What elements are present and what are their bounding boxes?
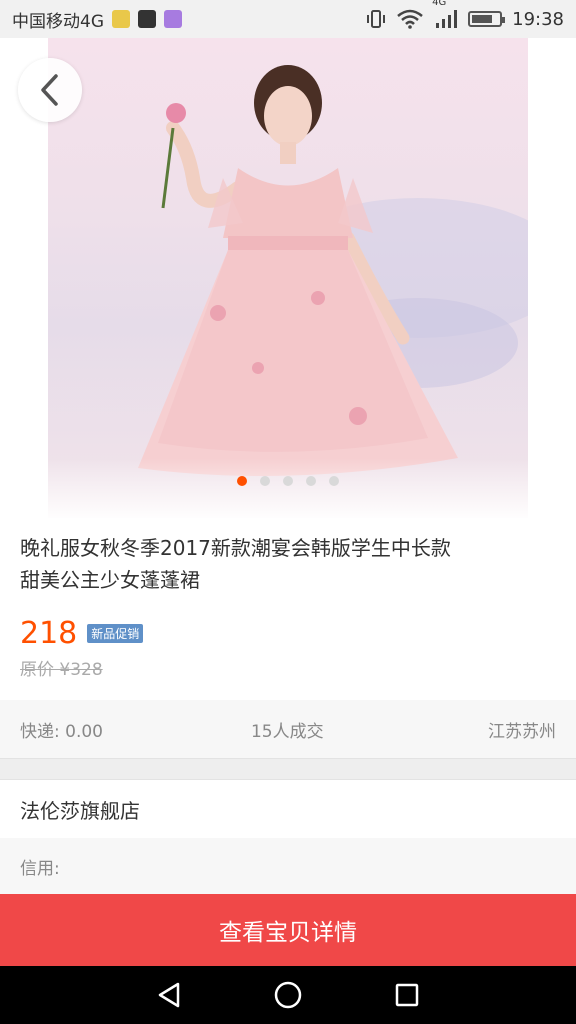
wifi-icon bbox=[397, 9, 423, 29]
product-info: 晚礼服女秋冬季2017新款潮宴会韩版学生中长款甜美公主少女蓬蓬裙 218 新品促… bbox=[0, 518, 576, 700]
status-right: 4G 19:38 bbox=[366, 0, 564, 30]
view-details-label: 查看宝贝详情 bbox=[219, 920, 357, 946]
app-icon-1 bbox=[112, 10, 130, 28]
shipping-sales-row: 快递: 0.00 15人成交 江苏苏州 bbox=[0, 700, 576, 758]
clock: 19:38 bbox=[512, 8, 564, 30]
vibrate-icon bbox=[367, 10, 386, 28]
nav-back-button[interactable] bbox=[149, 975, 189, 1015]
location: 江苏苏州 bbox=[488, 721, 556, 742]
pager-dot[interactable] bbox=[283, 476, 293, 486]
system-navbar bbox=[0, 966, 576, 1024]
home-circle-icon bbox=[274, 981, 302, 1009]
pager-dot[interactable] bbox=[237, 476, 247, 486]
signal-group: 4G bbox=[432, 0, 458, 29]
recents-square-icon bbox=[395, 983, 418, 1007]
credit-row: 信用: bbox=[0, 838, 576, 894]
original-price: 原价 ¥328 bbox=[20, 660, 103, 680]
app-icon-3 bbox=[164, 10, 182, 28]
view-details-button[interactable]: 查看宝贝详情 bbox=[0, 894, 576, 966]
signal-icon bbox=[436, 10, 458, 28]
sales-count: 15人成交 bbox=[250, 721, 324, 742]
section-divider bbox=[0, 758, 576, 780]
shipping-fee: 快递: 0.00 bbox=[20, 721, 103, 742]
credit-label: 信用: bbox=[20, 858, 60, 879]
shop-row[interactable]: 法伦莎旗舰店 bbox=[0, 780, 576, 838]
product-photo[interactable] bbox=[48, 38, 528, 518]
battery-icon bbox=[468, 11, 506, 27]
carrier-label: 中国移动4G bbox=[12, 11, 104, 32]
pager-dot[interactable] bbox=[329, 476, 339, 486]
pager-dot[interactable] bbox=[260, 476, 270, 486]
shop-name[interactable]: 法伦莎旗舰店 bbox=[20, 795, 140, 824]
back-button[interactable] bbox=[18, 58, 82, 122]
battery-fill bbox=[472, 15, 493, 23]
promo-badge: 新品促销 bbox=[87, 624, 144, 643]
nav-home-button[interactable] bbox=[268, 975, 308, 1015]
pager-dot[interactable] bbox=[306, 476, 316, 486]
photo-fade bbox=[48, 458, 528, 518]
chevron-left-icon bbox=[41, 74, 58, 106]
back-triangle-icon bbox=[159, 982, 180, 1008]
nav-recents-button[interactable] bbox=[387, 975, 427, 1015]
network-type-badge: 4G bbox=[432, 0, 447, 8]
dress-model-illustration bbox=[138, 65, 458, 476]
price: 218 bbox=[20, 616, 78, 651]
gallery-pager[interactable] bbox=[0, 476, 576, 486]
product-gallery[interactable] bbox=[0, 38, 576, 518]
status-left: 中国移动4G bbox=[12, 7, 182, 32]
price-row: 218 新品促销 bbox=[20, 616, 556, 651]
status-bar: 中国移动4G 4G 19:38 bbox=[0, 0, 576, 38]
app-icon-2 bbox=[138, 10, 156, 28]
product-title: 晚礼服女秋冬季2017新款潮宴会韩版学生中长款甜美公主少女蓬蓬裙 bbox=[20, 536, 451, 592]
